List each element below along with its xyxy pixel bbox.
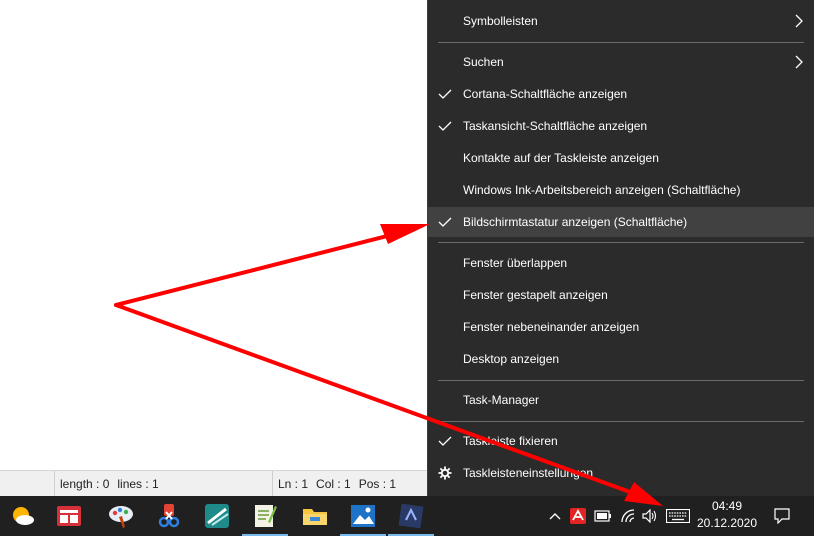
photos-app-icon[interactable] xyxy=(340,496,386,536)
menu-item-label: Cortana-Schaltfläche anzeigen xyxy=(463,87,628,101)
menu-item-label: Bildschirmtastatur anzeigen (Schaltfläch… xyxy=(463,215,688,229)
battery-icon[interactable] xyxy=(593,506,613,526)
file-explorer-icon[interactable] xyxy=(292,496,338,536)
checkmark-icon xyxy=(438,121,452,131)
notification-center-icon[interactable] xyxy=(766,496,798,536)
clock-time: 04:49 xyxy=(711,499,743,513)
menu-separator xyxy=(438,421,804,422)
notepad-plus-icon[interactable] xyxy=(242,496,288,536)
checkmark-icon xyxy=(438,217,452,227)
menu-item-fenster-gestapelt[interactable]: Fenster gestapelt anzeigen xyxy=(428,280,814,310)
gear-icon xyxy=(438,466,452,480)
menu-item-label: Taskansicht-Schaltfläche anzeigen xyxy=(463,119,648,133)
menu-item-kontakte[interactable]: Kontakte auf der Taskleiste anzeigen xyxy=(428,143,814,173)
menu-item-taskleiste-fixieren[interactable]: Taskleiste fixieren xyxy=(428,426,814,456)
paint-app-icon[interactable] xyxy=(98,496,144,536)
menu-item-task-manager[interactable]: Task-Manager xyxy=(428,385,814,415)
road-app-icon[interactable] xyxy=(194,496,240,536)
menu-item-windows-ink[interactable]: Windows Ink-Arbeitsbereich anzeigen (Sch… xyxy=(428,175,814,205)
wifi-icon[interactable] xyxy=(619,506,637,526)
chevron-right-icon xyxy=(795,14,803,28)
menu-item-fenster-ueberlappen[interactable]: Fenster überlappen xyxy=(428,248,814,278)
taskbar-clock[interactable]: 04:49 20.12.2020 xyxy=(690,498,764,534)
snipping-tool-icon[interactable] xyxy=(146,496,192,536)
status-length: length : 0 xyxy=(60,477,110,491)
menu-item-label: Kontakte auf der Taskleiste anzeigen xyxy=(463,151,659,165)
news-app-icon[interactable] xyxy=(46,496,92,536)
render-app-icon[interactable] xyxy=(388,496,434,536)
menu-item-taskansicht[interactable]: Taskansicht-Schaltfläche anzeigen xyxy=(428,111,814,141)
menu-item-label: Symbolleisten xyxy=(463,14,538,28)
menu-separator xyxy=(438,242,804,243)
chevron-up-icon[interactable] xyxy=(547,506,563,526)
menu-item-symbolleisten[interactable]: Symbolleisten xyxy=(428,6,814,36)
menu-item-taskleisteneinstellungen[interactable]: Taskleisteneinstellungen xyxy=(428,458,814,488)
volume-icon[interactable] xyxy=(641,506,659,526)
menu-separator xyxy=(438,380,804,381)
menu-item-fenster-nebeneinander[interactable]: Fenster nebeneinander anzeigen xyxy=(428,312,814,342)
menu-item-bildschirmtastatur[interactable]: Bildschirmtastatur anzeigen (Schaltfläch… xyxy=(428,207,814,237)
weather-app-icon[interactable] xyxy=(0,496,46,536)
menu-item-label: Fenster nebeneinander anzeigen xyxy=(463,320,640,334)
clock-date: 20.12.2020 xyxy=(696,516,758,530)
menu-item-label: Suchen xyxy=(463,55,504,69)
menu-item-label: Windows Ink-Arbeitsbereich anzeigen (Sch… xyxy=(463,183,741,197)
status-ln: Ln : 1 xyxy=(278,477,309,491)
status-lines: lines : 1 xyxy=(117,477,159,491)
menu-item-cortana[interactable]: Cortana-Schaltfläche anzeigen xyxy=(428,79,814,109)
touch-keyboard-icon[interactable] xyxy=(664,506,692,526)
menu-item-label: Desktop anzeigen xyxy=(463,352,560,366)
menu-item-label: Fenster überlappen xyxy=(463,256,568,270)
menu-item-desktop-anzeigen[interactable]: Desktop anzeigen xyxy=(428,344,814,374)
status-pos: Pos : 1 xyxy=(358,477,397,491)
taskbar-context-menu: Symbolleisten Suchen Cortana-Schaltfläch… xyxy=(427,0,814,496)
menu-item-label: Fenster gestapelt anzeigen xyxy=(463,288,608,302)
checkmark-icon xyxy=(438,436,452,446)
chevron-right-icon xyxy=(795,55,803,69)
checkmark-icon xyxy=(438,89,452,99)
status-col: Col : 1 xyxy=(316,477,351,491)
menu-item-label: Taskleiste fixieren xyxy=(463,434,558,448)
antivirus-icon[interactable] xyxy=(569,506,587,526)
menu-item-label: Taskleisteneinstellungen xyxy=(463,466,594,480)
taskbar: 04:49 20.12.2020 xyxy=(0,496,814,536)
status-length-lines: length : 0 lines : 1 xyxy=(54,471,272,497)
menu-separator xyxy=(438,42,804,43)
menu-item-label: Task-Manager xyxy=(463,393,540,407)
menu-item-suchen[interactable]: Suchen xyxy=(428,47,814,77)
